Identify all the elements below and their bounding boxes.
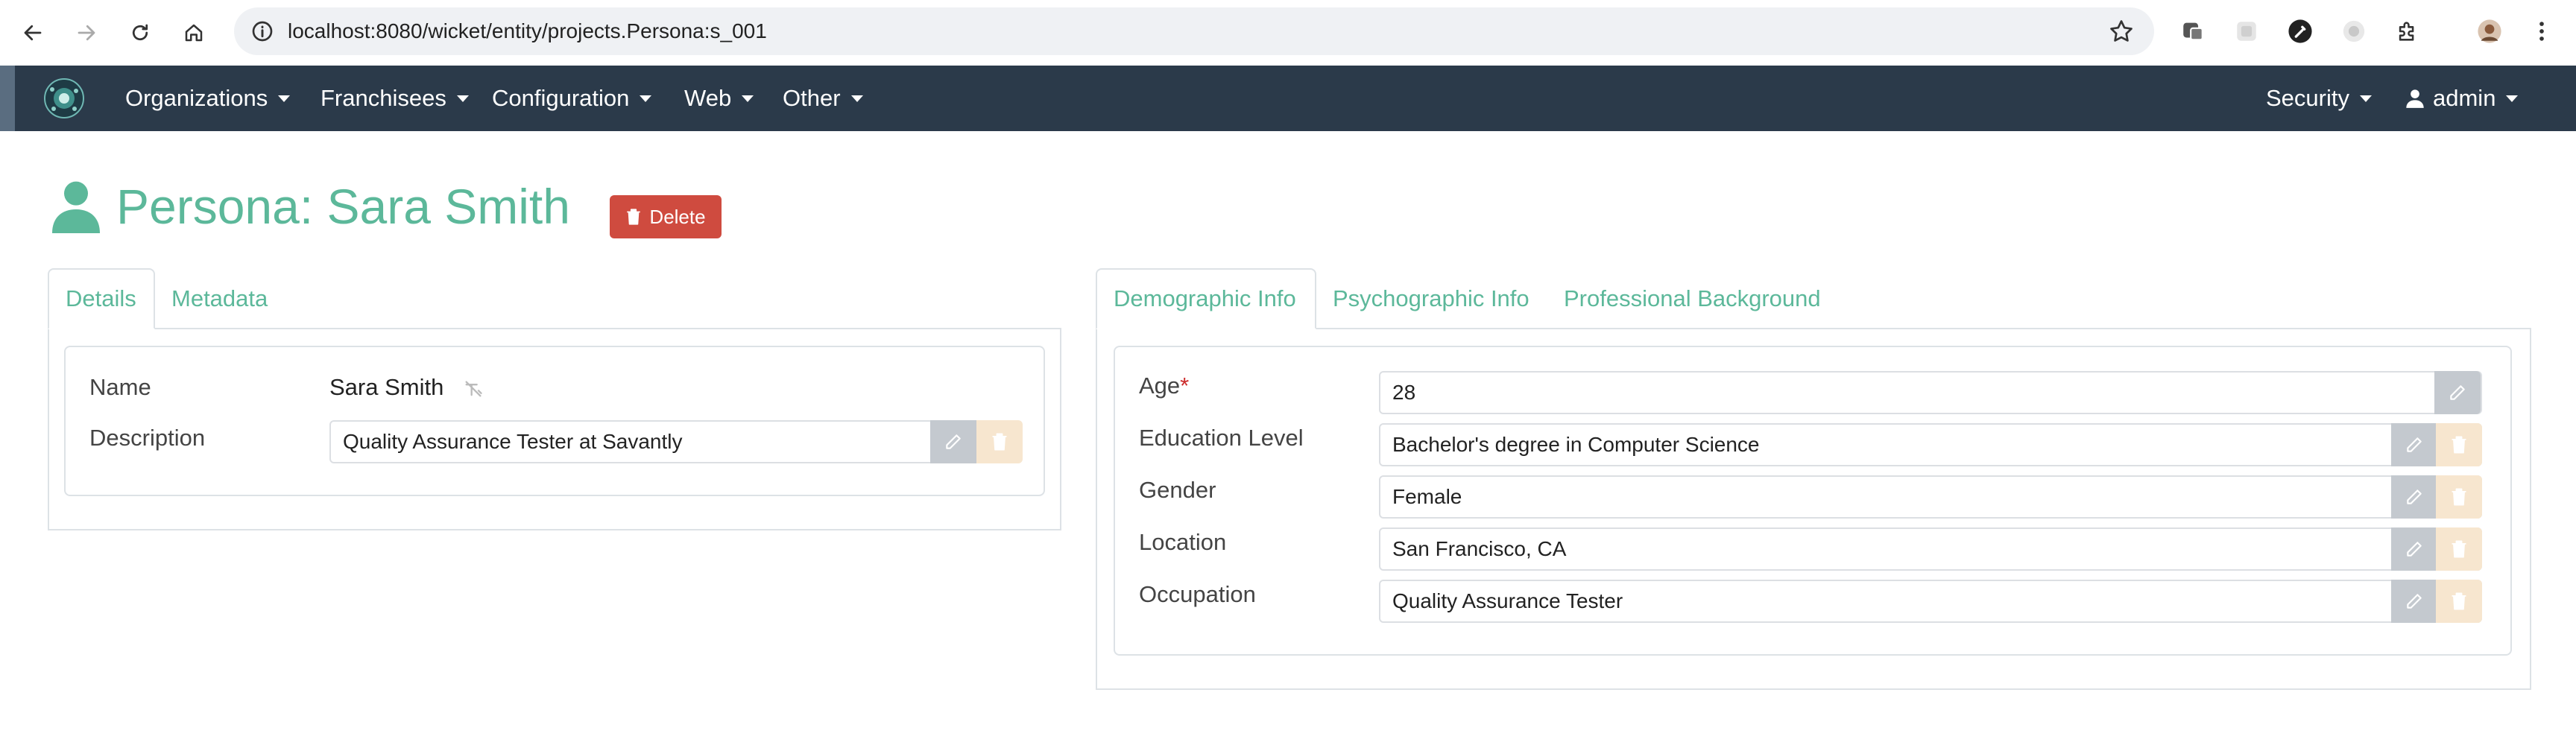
- clear-button[interactable]: [2436, 475, 2482, 519]
- location-value: San Francisco, CA: [1392, 537, 1567, 560]
- location-label: Location: [1139, 529, 1227, 555]
- age-label: Age*: [1139, 373, 1190, 399]
- menu-franchisees[interactable]: Franchisees: [321, 66, 469, 131]
- more-icon[interactable]: [2527, 16, 2557, 46]
- trash-icon: [627, 209, 641, 225]
- edit-button[interactable]: [930, 420, 976, 463]
- browser-toolbar: localhost:8080/wicket/entity/projects.Pe…: [0, 0, 2576, 66]
- menu-organizations[interactable]: Organizations: [125, 66, 291, 131]
- education-level-field[interactable]: Bachelor's degree in Computer Science: [1379, 423, 2482, 466]
- page-header: Persona: Sara Smith: [52, 173, 570, 240]
- education-level-label: Education Level: [1139, 425, 1304, 451]
- age-field[interactable]: 28: [1379, 371, 2482, 414]
- clear-button[interactable]: [2436, 527, 2482, 571]
- extension-icon[interactable]: [2339, 16, 2369, 46]
- extension-icon[interactable]: [2178, 16, 2208, 46]
- edit-button[interactable]: [2391, 580, 2437, 623]
- tab-metadata[interactable]: Metadata: [155, 268, 284, 329]
- caret-down-icon: [456, 95, 469, 102]
- occupation-value: Quality Assurance Tester: [1392, 589, 1623, 612]
- edit-off-icon[interactable]: [462, 378, 484, 399]
- navbar-accent: [0, 66, 15, 131]
- url-text: localhost:8080/wicket/entity/projects.Pe…: [288, 19, 767, 42]
- app-navbar: Organizations Franchisees Configuration …: [0, 66, 2576, 131]
- occupation-label: Occupation: [1139, 581, 1256, 607]
- address-bar[interactable]: localhost:8080/wicket/entity/projects.Pe…: [234, 7, 2154, 55]
- forward-icon[interactable]: [69, 15, 104, 51]
- eyedropper-icon[interactable]: [2285, 16, 2315, 46]
- star-icon[interactable]: [2108, 18, 2135, 45]
- edit-icon: [2407, 594, 2422, 609]
- edit-icon: [946, 434, 961, 449]
- menu-configuration[interactable]: Configuration: [492, 66, 652, 131]
- demographic-card: Age* 28 Education Level Bachelor's degre…: [1114, 346, 2512, 656]
- details-panel: Name Sara Smith Description Quality Assu…: [48, 328, 1061, 530]
- info-icon[interactable]: [250, 19, 274, 43]
- home-icon[interactable]: [176, 15, 212, 51]
- app-logo[interactable]: [42, 76, 86, 121]
- menu-web[interactable]: Web: [684, 66, 754, 131]
- caret-down-icon: [2359, 95, 2372, 102]
- name-label: Name: [89, 374, 151, 400]
- edit-icon: [2407, 437, 2422, 452]
- required-marker: *: [1180, 373, 1190, 399]
- gender-label: Gender: [1139, 477, 1216, 503]
- gender-field[interactable]: Female: [1379, 475, 2482, 519]
- gender-value: Female: [1392, 485, 1462, 508]
- trash-icon: [2452, 488, 2466, 506]
- age-value: 28: [1392, 381, 1416, 404]
- trash-icon: [2452, 540, 2466, 558]
- tab-details[interactable]: Details: [48, 268, 155, 329]
- trash-icon: [992, 433, 1007, 451]
- tab-professional-background[interactable]: Professional Background: [1547, 268, 1837, 329]
- caret-down-icon: [850, 95, 863, 102]
- clear-button[interactable]: [2436, 423, 2482, 466]
- demographic-panel: Age* 28 Education Level Bachelor's degre…: [1096, 328, 2531, 690]
- trash-icon: [2452, 436, 2466, 454]
- location-field[interactable]: San Francisco, CA: [1379, 527, 2482, 571]
- description-value: Quality Assurance Tester at Savantly: [343, 430, 683, 453]
- edit-button[interactable]: [2434, 371, 2481, 414]
- puzzle-icon[interactable]: [2393, 16, 2422, 46]
- edit-button[interactable]: [2391, 475, 2437, 519]
- trash-icon: [2452, 592, 2466, 610]
- edit-icon: [2407, 542, 2422, 557]
- description-field[interactable]: Quality Assurance Tester at Savantly: [329, 420, 1023, 463]
- clear-button[interactable]: [976, 420, 1023, 463]
- caret-down-icon: [742, 95, 754, 102]
- description-label: Description: [89, 425, 206, 451]
- tab-psychographic-info[interactable]: Psychographic Info: [1316, 268, 1546, 329]
- user-icon: [2406, 89, 2424, 108]
- extension-icon[interactable]: [2232, 16, 2261, 46]
- name-value: Sara Smith: [329, 374, 444, 400]
- details-card: Name Sara Smith Description Quality Assu…: [64, 346, 1045, 496]
- page-title: Persona: Sara Smith: [116, 179, 570, 234]
- back-icon[interactable]: [15, 15, 51, 51]
- edit-icon: [2407, 489, 2422, 504]
- menu-user[interactable]: admin: [2405, 66, 2519, 131]
- person-icon: [52, 181, 100, 233]
- reload-icon[interactable]: [122, 15, 158, 51]
- profile-avatar[interactable]: [2475, 16, 2504, 46]
- caret-down-icon: [278, 95, 291, 102]
- edit-button[interactable]: [2391, 527, 2437, 571]
- caret-down-icon: [640, 95, 652, 102]
- clear-button[interactable]: [2436, 580, 2482, 623]
- tab-demographic-info[interactable]: Demographic Info: [1096, 268, 1316, 329]
- edit-button[interactable]: [2391, 423, 2437, 466]
- delete-button[interactable]: Delete: [610, 195, 722, 238]
- menu-security[interactable]: Security: [2266, 66, 2372, 131]
- occupation-field[interactable]: Quality Assurance Tester: [1379, 580, 2482, 623]
- edit-icon: [2450, 385, 2465, 400]
- education-level-value: Bachelor's degree in Computer Science: [1392, 433, 1760, 456]
- menu-other[interactable]: Other: [783, 66, 863, 131]
- caret-down-icon: [2506, 95, 2519, 102]
